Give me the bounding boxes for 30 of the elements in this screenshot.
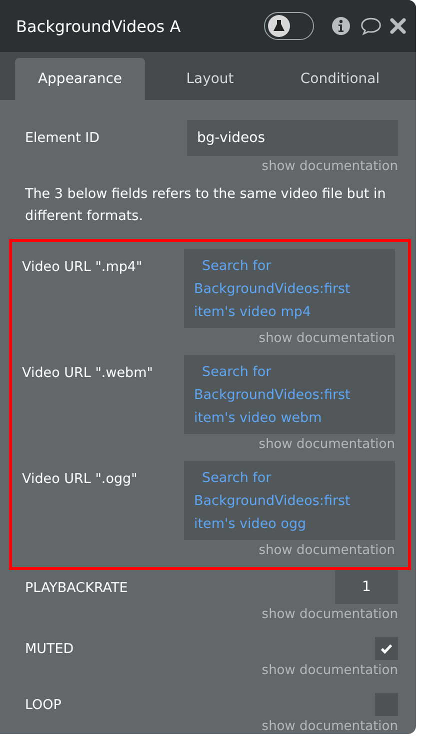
field-label: PLAYBACKRATE (25, 580, 128, 596)
expression-field[interactable]: Search for BackgroundVideos:first item's video ogg (184, 461, 395, 540)
expression-field[interactable]: Search for BackgroundVideos:first item's video mp4 (184, 249, 395, 328)
documentation-link[interactable]: show documentation (262, 159, 398, 174)
flask-icon (268, 15, 290, 37)
close-icon[interactable] (390, 18, 406, 34)
expression-field[interactable]: Search for BackgroundVideos:first item's video webm (184, 355, 395, 434)
test-mode-toggle[interactable] (264, 12, 314, 40)
documentation-link[interactable]: show documentation (262, 607, 398, 622)
field-label: MUTED (25, 641, 74, 657)
number-field[interactable]: 1 (335, 570, 398, 604)
documentation-link[interactable]: show documentation (258, 331, 395, 346)
comment-icon[interactable] (360, 16, 382, 36)
window-title: BackgroundVideos A (16, 16, 182, 36)
input-field[interactable]: bg-videos (187, 120, 398, 156)
documentation-link[interactable]: show documentation (258, 437, 395, 452)
documentation-link[interactable]: show documentation (262, 719, 398, 734)
tab[interactable]: Layout (145, 58, 275, 100)
tab[interactable]: Conditional (275, 58, 405, 100)
documentation-link[interactable]: show documentation (258, 543, 395, 558)
field-label: Video URL ".mp4" (22, 259, 142, 275)
documentation-link[interactable]: show documentation (262, 663, 398, 678)
tab[interactable]: Appearance (15, 58, 145, 100)
field-label: Element ID (25, 130, 100, 146)
field-label: LOOP (25, 697, 62, 713)
field-label: Video URL ".webm" (22, 365, 153, 381)
info-icon[interactable] (330, 16, 352, 36)
description-text: The 3 below fields refers to the same video file but in different formats. (25, 185, 387, 226)
field-label: Video URL ".ogg" (22, 471, 138, 487)
checkbox[interactable] (375, 637, 398, 660)
